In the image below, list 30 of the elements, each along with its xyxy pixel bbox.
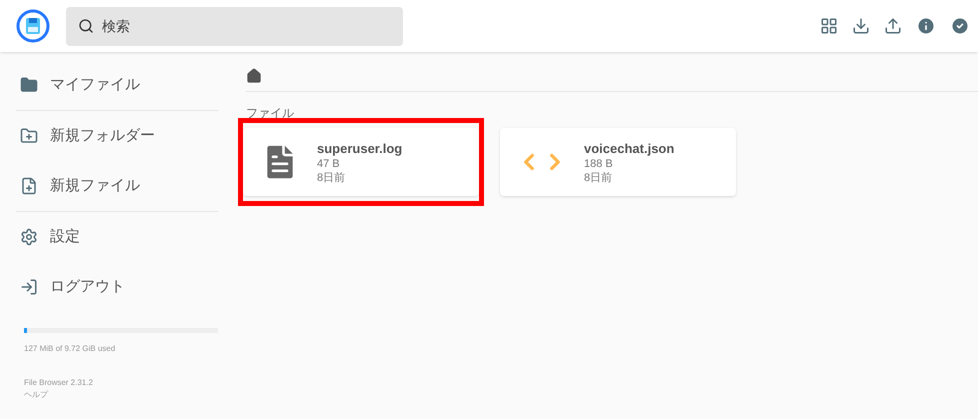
file-age: 8日前 bbox=[584, 172, 614, 186]
sidebar-item[interactable]: 新規フォルダー bbox=[16, 111, 218, 161]
settings-icon bbox=[20, 228, 38, 246]
info-icon[interactable] bbox=[916, 16, 936, 36]
grid-view-icon[interactable] bbox=[820, 17, 838, 35]
version-text: File Browser 2.31.2 bbox=[24, 377, 94, 389]
folder-icon bbox=[20, 76, 38, 94]
logout-icon bbox=[20, 278, 38, 296]
file-name: superuser.log bbox=[317, 140, 402, 158]
folder-plus-icon bbox=[20, 127, 38, 145]
storage-usage-text: 127 MiB of 9.72 GiB used bbox=[24, 343, 116, 355]
search-field[interactable]: 検索 bbox=[66, 6, 403, 46]
download-icon[interactable] bbox=[852, 17, 870, 35]
file-size: 188 B bbox=[584, 158, 614, 172]
file-plus-icon bbox=[20, 177, 38, 195]
check-circle-icon[interactable] bbox=[950, 16, 970, 36]
sidebar-item[interactable]: 設定 bbox=[16, 212, 218, 262]
sidebar-item[interactable]: ログアウト bbox=[16, 262, 218, 312]
section-title: ファイル bbox=[246, 105, 295, 122]
floppy-disk-logo bbox=[16, 9, 50, 43]
upload-icon[interactable] bbox=[884, 17, 902, 35]
file-card[interactable]: superuser.log 47 B 8日前 bbox=[243, 128, 479, 196]
sidebar-item[interactable]: 新規ファイル bbox=[16, 161, 218, 211]
home-icon[interactable] bbox=[246, 68, 262, 84]
sidebar-item[interactable]: マイファイル bbox=[16, 60, 218, 110]
file-name: voicechat.json bbox=[584, 140, 674, 158]
file-card[interactable]: voicechat.json 188 B 8日前 bbox=[500, 128, 736, 196]
file-age: 8日前 bbox=[317, 172, 346, 186]
search-icon bbox=[78, 18, 94, 34]
file-size: 47 B bbox=[317, 158, 341, 172]
